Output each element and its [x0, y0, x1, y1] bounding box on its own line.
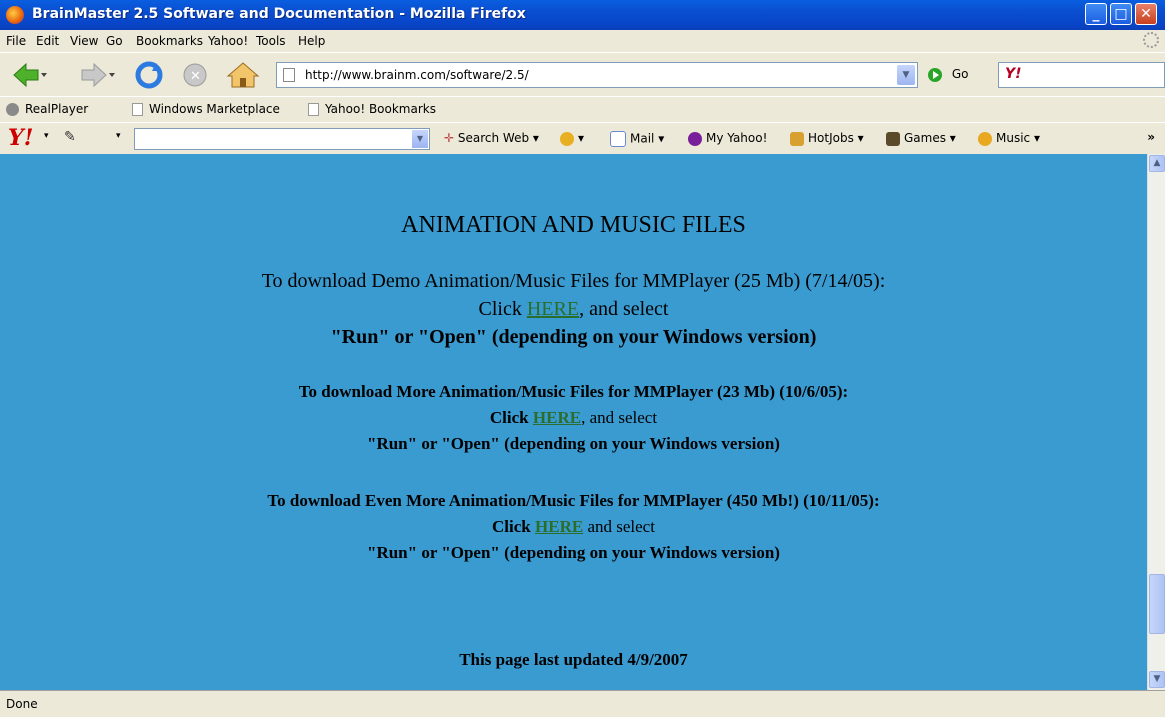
pencil-icon[interactable]: ✎: [64, 129, 76, 145]
go-icon: [928, 67, 942, 82]
status-bar: Done: [0, 690, 1165, 717]
last-updated-text: This page last updated 4/9/2007: [459, 650, 688, 669]
section1-instruction: "Run" or "Open" (depending on your Windo…: [330, 326, 817, 348]
section2-click-line: Click HERE, and select: [0, 408, 1147, 428]
yahoo-search-box[interactable]: Y!: [998, 62, 1165, 88]
my-yahoo-label: My Yahoo!: [706, 131, 768, 145]
go-label: Go: [951, 67, 969, 81]
address-bar[interactable]: http://www.brainm.com/software/2.5/ ▼: [276, 62, 918, 88]
stop-icon[interactable]: ✕: [180, 61, 210, 89]
section1-description: To download Demo Animation/Music Files f…: [261, 270, 886, 292]
search-web-button[interactable]: ✛ Search Web ▾: [444, 131, 539, 145]
bookmark-yahoo-bookmarks[interactable]: Yahoo! Bookmarks: [308, 102, 436, 116]
scrollbar-thumb[interactable]: [1149, 574, 1165, 634]
menu-bookmarks[interactable]: Bookmarks: [136, 34, 203, 48]
games-label: Games: [904, 131, 946, 145]
bookmark-label: RealPlayer: [25, 102, 89, 116]
reload-icon[interactable]: [134, 61, 164, 89]
mail-icon: [610, 131, 626, 147]
click-text: Click: [489, 408, 529, 427]
section3-description: To download Even More Animation/Music Fi…: [267, 491, 880, 510]
section3-here-link[interactable]: HERE: [535, 517, 583, 536]
page-icon: [308, 103, 319, 116]
section1-here-link[interactable]: HERE: [527, 298, 579, 320]
vertical-scrollbar[interactable]: ▲ ▼: [1147, 154, 1165, 690]
menu-tools[interactable]: Tools: [256, 34, 286, 48]
menu-yahoo[interactable]: Yahoo!: [208, 34, 248, 48]
pencil-dropdown-icon[interactable]: ▾: [116, 131, 121, 141]
browser-window: BrainMaster 2.5 Software and Documentati…: [0, 0, 1165, 717]
menu-bar: File Edit View Go Bookmarks Yahoo! Tools…: [0, 30, 1165, 52]
page-content: ANIMATION AND MUSIC FILES To download De…: [0, 154, 1147, 690]
throbber-icon: [1143, 32, 1159, 48]
window-title: BrainMaster 2.5 Software and Documentati…: [32, 6, 526, 22]
forward-icon[interactable]: [78, 61, 118, 89]
my-yahoo-button[interactable]: My Yahoo!: [688, 131, 767, 146]
hotjobs-icon: [790, 131, 804, 146]
mail-label: Mail: [630, 131, 655, 146]
home-icon[interactable]: [226, 61, 260, 89]
menu-go[interactable]: Go: [106, 34, 123, 48]
yahoo-toolbar-search-input[interactable]: ▼: [134, 128, 430, 150]
maximize-button[interactable]: □: [1110, 3, 1132, 25]
music-button[interactable]: Music ▾: [978, 131, 1040, 146]
scroll-up-icon[interactable]: ▲: [1149, 155, 1165, 172]
page-icon: [132, 103, 143, 116]
back-icon[interactable]: [10, 61, 50, 89]
hotjobs-label: HotJobs: [808, 131, 854, 145]
bookmark-label: Windows Marketplace: [149, 102, 280, 116]
anti-spy-button[interactable]: ▾: [560, 131, 584, 146]
yahoo-dropdown-icon[interactable]: ▾: [44, 131, 49, 141]
yahoo-logo-icon[interactable]: Y!: [8, 125, 33, 151]
navigation-toolbar: ✕ http://www.brainm.com/software/2.5/ ▼ …: [0, 52, 1165, 96]
yahoo-search-icon: Y!: [1005, 66, 1022, 82]
select-text: , and select: [579, 298, 669, 320]
section1-click-line: Click HERE, and select: [0, 298, 1147, 321]
section2-here-link[interactable]: HERE: [533, 408, 581, 427]
realplayer-icon: [6, 103, 19, 116]
my-yahoo-icon: [688, 131, 702, 146]
hotjobs-button[interactable]: HotJobs ▾: [790, 131, 864, 146]
minimize-button[interactable]: _: [1085, 3, 1107, 25]
games-button[interactable]: Games ▾: [886, 131, 956, 146]
menu-edit[interactable]: Edit: [36, 34, 59, 48]
scroll-down-icon[interactable]: ▼: [1149, 671, 1165, 688]
menu-view[interactable]: View: [70, 34, 98, 48]
address-url[interactable]: http://www.brainm.com/software/2.5/: [305, 68, 529, 82]
search-web-label: Search Web: [457, 131, 530, 145]
bookmarks-toolbar: RealPlayer Windows Marketplace Yahoo! Bo…: [0, 96, 1165, 122]
section2-description: To download More Animation/Music Files f…: [298, 382, 849, 401]
anti-spy-icon: [560, 131, 574, 146]
search-dropdown-icon[interactable]: ▼: [412, 130, 428, 148]
go-button[interactable]: Go: [928, 67, 968, 82]
select-text: and select: [583, 517, 655, 536]
games-icon: [886, 131, 900, 146]
yahoo-toolbar: Y! ▾ ✎ ▾ ▼ ✛ Search Web ▾ ▾ Mail ▾ My Ya…: [0, 122, 1165, 154]
search-arrow-icon: ✛: [444, 131, 455, 145]
music-label: Music: [996, 131, 1031, 145]
click-text: Click: [492, 517, 531, 536]
page-heading: ANIMATION AND MUSIC FILES: [401, 212, 746, 238]
bookmark-label: Yahoo! Bookmarks: [325, 102, 436, 116]
section3-instruction: "Run" or "Open" (depending on your Windo…: [367, 543, 780, 562]
section2-instruction: "Run" or "Open" (depending on your Windo…: [367, 434, 780, 453]
page-icon: [283, 68, 295, 82]
section3-click-line: Click HERE and select: [0, 517, 1147, 537]
svg-text:✕: ✕: [190, 69, 201, 84]
bookmark-windows-marketplace[interactable]: Windows Marketplace: [132, 102, 280, 116]
close-button[interactable]: ✕: [1135, 3, 1157, 25]
select-text: , and select: [581, 408, 658, 427]
mail-button[interactable]: Mail ▾: [610, 131, 664, 147]
music-icon: [978, 131, 992, 146]
status-text: Done: [6, 697, 38, 711]
menu-file[interactable]: File: [6, 34, 26, 48]
title-bar: BrainMaster 2.5 Software and Documentati…: [0, 0, 1165, 30]
menu-help[interactable]: Help: [298, 34, 325, 48]
address-dropdown-icon[interactable]: ▼: [897, 65, 915, 85]
bookmark-realplayer[interactable]: RealPlayer: [6, 102, 88, 116]
firefox-icon: [6, 6, 24, 24]
click-text: Click: [478, 298, 522, 320]
toolbar-overflow-button[interactable]: »: [1147, 130, 1155, 144]
